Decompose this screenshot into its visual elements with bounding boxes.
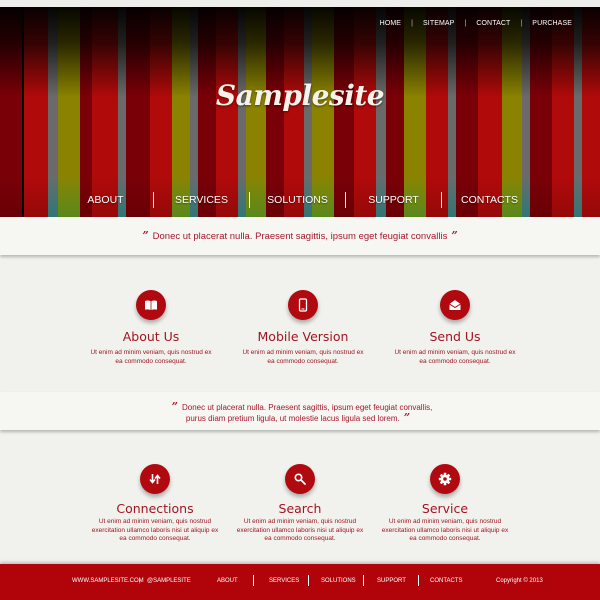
book-icon [136, 290, 166, 320]
feature-text: Ut enim ad minim veniam, quis nostrud ex… [381, 518, 509, 542]
mobile-icon [288, 290, 318, 320]
top-nav-separator: | [464, 20, 467, 27]
quote-banner-1: ” Donec ut placerat nulla. Praesent sagit… [0, 217, 600, 255]
search-icon [285, 464, 315, 494]
gear-icon [430, 464, 460, 494]
quote-close-icon: ” [403, 411, 411, 424]
footer-copyright: Copyright © 2013 [496, 578, 543, 584]
footer: WWW.SAMPLESITE.COM | @SAMPLESITE ABOUT S… [0, 564, 600, 600]
quote-line-1: Donec ut placerat nulla. Praesent sagitt… [181, 403, 433, 412]
top-nav-purchase[interactable]: PURCHASE [532, 20, 572, 27]
quote-close-icon: ” [451, 229, 458, 242]
quote-banner-2: ” Donec ut placerat nulla. Praesent sagit… [0, 392, 600, 430]
feature-search[interactable]: Search Ut enim ad minim veniam, quis nos… [235, 464, 365, 544]
main-nav-services[interactable]: SERVICES [154, 194, 249, 206]
quote-text: Donec ut placerat nulla. Praesent sagitt… [152, 231, 448, 242]
footer-nav-services[interactable]: SERVICES [269, 578, 299, 584]
feature-title: Mobile Version [257, 329, 349, 344]
top-strip [0, 0, 600, 7]
footer-website-link[interactable]: WWW.SAMPLESITE.COM [72, 578, 144, 584]
footer-nav-contacts[interactable]: CONTACTS [430, 578, 463, 584]
feature-text: Ut enim ad minim veniam, quis nostrud ex… [91, 518, 219, 542]
footer-nav-about[interactable]: ABOUT [217, 578, 238, 584]
feature-text: Ut enim ad minim veniam, quis nostrud ex… [90, 349, 212, 365]
feature-text: Ut enim ad minim veniam, quis nostrud ex… [242, 349, 364, 365]
feature-mobile-version[interactable]: Mobile Version Ut enim ad minim veniam, … [238, 290, 368, 366]
feature-title: Service [421, 501, 469, 516]
feature-title: About Us [122, 329, 180, 344]
quote-open-icon: ” [171, 400, 178, 413]
main-nav-solutions[interactable]: SOLUTIONS [250, 194, 345, 206]
main-nav-about[interactable]: ABOUT [58, 194, 153, 206]
footer-nav-support[interactable]: SUPPORT [377, 578, 406, 584]
feature-title: Search [278, 501, 322, 516]
transfer-arrows-icon [140, 464, 170, 494]
footer-nav-divider [363, 575, 364, 586]
footer-nav-divider [418, 575, 419, 586]
main-nav-support[interactable]: SUPPORT [346, 194, 441, 206]
footer-social-handle[interactable]: @SAMPLESITE [147, 578, 191, 584]
top-nav-sitemap[interactable]: SITEMAP [423, 20, 454, 27]
top-nav-separator: | [520, 20, 523, 27]
feature-text: Ut enim ad minim veniam, quis nostrud ex… [236, 518, 364, 542]
feature-send-us[interactable]: Send Us Ut enim ad minim veniam, quis no… [390, 290, 520, 366]
main-nav: ABOUT SERVICES SOLUTIONS SUPPORT CONTACT… [58, 192, 548, 208]
footer-nav-divider [253, 575, 254, 586]
feature-title: Send Us [429, 329, 481, 344]
footer-separator: | [139, 578, 141, 584]
feature-about-us[interactable]: About Us Ut enim ad minim veniam, quis n… [86, 290, 216, 366]
top-nav-contact[interactable]: CONTACT [476, 20, 510, 27]
feature-text: Ut enim ad minim veniam, quis nostrud ex… [394, 349, 516, 365]
footer-nav-solutions[interactable]: SOLUTIONS [321, 578, 356, 584]
quote-open-icon: ” [142, 229, 149, 242]
top-nav: HOME | SITEMAP | CONTACT | PURCHASE [380, 20, 572, 27]
footer-nav-divider [308, 575, 309, 586]
quote-line-2: purus diam pretium ligula, ut molestie l… [185, 414, 400, 423]
feature-connections[interactable]: Connections Ut enim ad minim veniam, qui… [90, 464, 220, 544]
feature-service[interactable]: Service Ut enim ad minim veniam, quis no… [380, 464, 510, 544]
header-banner: HOME | SITEMAP | CONTACT | PURCHASE Samp… [0, 7, 600, 217]
feature-title: Connections [116, 501, 194, 516]
envelope-icon [440, 290, 470, 320]
top-nav-separator: | [411, 20, 413, 27]
site-logo[interactable]: Samplesite [0, 79, 600, 112]
main-nav-contacts[interactable]: CONTACTS [442, 194, 537, 206]
top-nav-home[interactable]: HOME [380, 20, 401, 27]
